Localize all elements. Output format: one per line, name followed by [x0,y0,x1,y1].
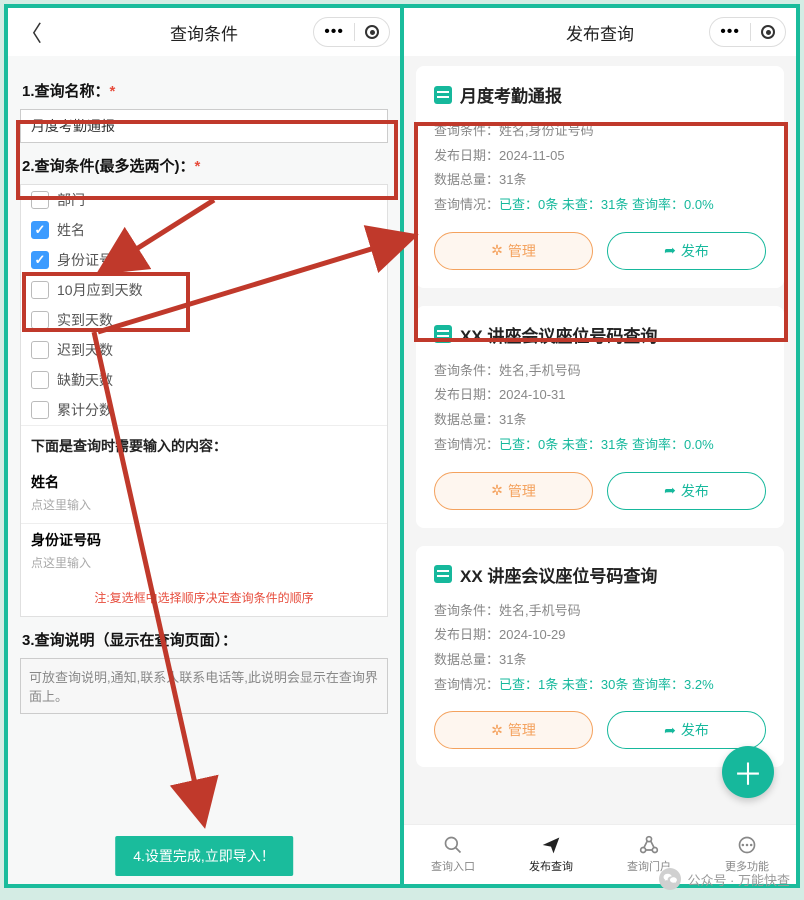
input-block[interactable]: 身份证号码 点这里输入 [21,523,387,581]
publish-button[interactable]: ➦发布 [607,711,766,749]
share-icon: ➦ [664,242,676,259]
gear-icon: ✲ [491,482,503,499]
add-fab[interactable]: ＋ [722,746,774,798]
checkbox-icon[interactable] [31,341,49,359]
check-row[interactable]: 实到天数 [21,305,387,335]
more-icon [737,835,757,855]
list-icon [434,325,452,343]
check-row[interactable]: 10月应到天数 [21,275,387,305]
capsule-menu[interactable]: ••• [709,17,786,47]
query-card: 月度考勤通报查询条件：姓名,身份证号码发布日期：2024-11-05数据总量：3… [416,66,784,288]
checkbox-icon[interactable] [31,371,49,389]
card-title: XX 讲座会议座位号码查询 [434,322,766,347]
gear-icon: ✲ [491,242,503,259]
query-name-input[interactable] [20,109,388,143]
checkbox-icon[interactable] [31,221,49,239]
checkbox-icon[interactable] [31,401,49,419]
check-row[interactable]: 迟到天数 [21,335,387,365]
section3-label: 3.查询说明（显示在查询页面）： [22,629,386,650]
import-button[interactable]: 4.设置完成,立即导入！ [115,836,293,876]
target-icon[interactable] [761,25,775,39]
publish-button[interactable]: ➦发布 [607,232,766,270]
checkbox-icon[interactable] [31,251,49,269]
condition-checklist: 部门 姓名 身份证号码 10月应到天数 实到天数 迟到天数 缺勤天数 累计分数 … [20,184,388,617]
manage-button[interactable]: ✲管理 [434,711,593,749]
manage-button[interactable]: ✲管理 [434,472,593,510]
list-icon [434,565,452,583]
back-icon[interactable]: 〈 [20,16,42,48]
check-row[interactable]: 身份证号码 [21,245,387,275]
wechat-icon [659,868,681,890]
right-title: 发布查询 [566,20,634,45]
description-textarea[interactable]: 可放查询说明,通知,联系人联系电话等,此说明会显示在查询界面上。 [20,658,388,714]
query-card: XX 讲座会议座位号码查询查询条件：姓名,手机号码发布日期：2024-10-29… [416,546,784,768]
tab-publish[interactable]: 发布查询 [502,825,600,884]
portal-icon [639,835,659,855]
share-icon: ➦ [664,722,676,739]
search-icon [443,835,463,855]
right-header: 发布查询 ••• [404,8,796,56]
input-block[interactable]: 姓名 点这里输入 [21,466,387,523]
query-card: XX 讲座会议座位号码查询查询条件：姓名,手机号码发布日期：2024-10-31… [416,306,784,528]
manage-button[interactable]: ✲管理 [434,232,593,270]
more-icon[interactable]: ••• [324,23,344,41]
more-icon[interactable]: ••• [720,23,740,41]
card-title: XX 讲座会议座位号码查询 [434,562,766,587]
check-row[interactable]: 累计分数 [21,395,387,425]
tab-query-entry[interactable]: 查询入口 [404,825,502,884]
capsule-menu[interactable]: ••• [313,17,390,47]
target-icon[interactable] [365,25,379,39]
check-row[interactable]: 姓名 [21,215,387,245]
list-icon [434,86,452,104]
check-row[interactable]: 部门 [21,185,387,215]
section1-label: 1.查询名称：* [22,80,386,101]
publish-button[interactable]: ➦发布 [607,472,766,510]
gear-icon: ✲ [491,722,503,739]
checkbox-icon[interactable] [31,191,49,209]
check-row[interactable]: 缺勤天数 [21,365,387,395]
watermark: 公众号 · 万能快查 [659,868,790,890]
send-icon [541,835,561,855]
card-title: 月度考勤通报 [434,82,766,107]
section2-label: 2.查询条件(最多选两个)：* [22,155,386,176]
order-note: 注:复选框中选择顺序决定查询条件的顺序 [21,581,387,616]
share-icon: ➦ [664,482,676,499]
checkbox-icon[interactable] [31,311,49,329]
input-subheader: 下面是查询时需要输入的内容： [21,425,387,466]
left-title: 查询条件 [170,20,238,45]
checkbox-icon[interactable] [31,281,49,299]
left-header: 〈 查询条件 ••• [8,8,400,56]
